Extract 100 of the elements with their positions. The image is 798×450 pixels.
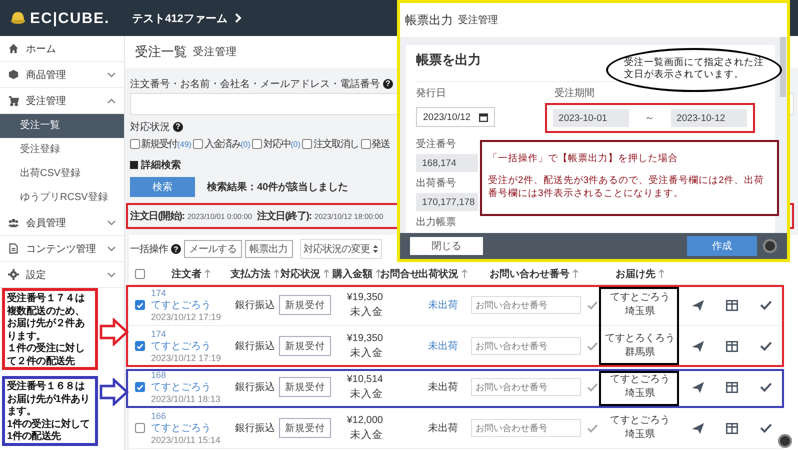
sidebar-subitem[interactable]: 出荷CSV登録 (0, 162, 124, 186)
tracking-number-field[interactable]: お問い合わせ番号 (470, 419, 580, 437)
shipping-number-field[interactable]: 170,177,178 (416, 193, 478, 211)
sidebar-item[interactable]: ホーム (0, 36, 124, 62)
sort-arrow-icon[interactable] (460, 269, 468, 278)
shipping-status-link[interactable]: 未出荷 (428, 298, 458, 312)
modal-subtitle: 受注管理 (458, 14, 498, 27)
status-option[interactable]: 新規受付(49) (141, 137, 192, 151)
annotation-text: 1件の受注に対して1件の配送先 (7, 418, 91, 444)
shop-name[interactable]: テスト412ファーム (132, 10, 228, 26)
checkbox[interactable] (252, 139, 262, 149)
help-icon[interactable]: ? (383, 78, 393, 88)
home-icon (8, 43, 19, 54)
column-header[interactable]: お問い合わせ番号 (490, 266, 578, 280)
check-icon[interactable] (760, 382, 772, 392)
help-icon[interactable]: ? (173, 122, 183, 132)
status-button[interactable]: 新規受付 (279, 377, 331, 397)
status-button[interactable]: 新規受付 (279, 418, 331, 438)
check-icon[interactable] (586, 300, 598, 310)
column-header[interactable]: 支払方法 (230, 266, 280, 280)
detail-search-link[interactable]: 詳細検索 (141, 158, 181, 172)
check-icon[interactable] (760, 423, 772, 433)
sidebar-subitem[interactable]: 受注一覧 (0, 114, 124, 138)
chevron-right-icon[interactable] (235, 13, 242, 23)
sort-arrow-icon[interactable] (572, 269, 578, 278)
field-label: 出荷番号 (416, 178, 456, 190)
paper-plane-icon[interactable] (692, 300, 704, 310)
column-header[interactable]: 出荷状況 (418, 266, 468, 280)
shipping-status-link[interactable]: 未出荷 (428, 339, 458, 353)
checkbox[interactable] (360, 139, 371, 149)
help-icon[interactable]: ? (171, 244, 181, 254)
status-option[interactable]: 入金済み(0) (204, 137, 250, 151)
sidebar-subitem[interactable]: 受注登録 (0, 138, 124, 162)
check-icon[interactable] (586, 382, 598, 392)
chevron-down-icon[interactable] (107, 246, 116, 252)
cart-icon (8, 95, 19, 106)
column-header[interactable]: 対応状況 (280, 266, 330, 280)
sort-arrow-icon[interactable] (658, 269, 664, 278)
status-option[interactable]: 注文取消し (313, 137, 359, 151)
checkbox[interactable] (135, 341, 145, 351)
chevron-up-icon[interactable] (107, 98, 116, 104)
create-button[interactable]: 作成 (687, 236, 757, 256)
bulk-button[interactable]: 帳票出力 (244, 240, 292, 258)
check-icon[interactable] (586, 424, 598, 432)
table-icon[interactable] (726, 382, 738, 392)
checkbox[interactable] (193, 139, 204, 149)
table-icon[interactable] (726, 422, 738, 434)
sidebar-item[interactable]: 会員管理 (0, 210, 124, 236)
payment-method: 銀行振込 (235, 380, 275, 394)
column-header[interactable]: お問合せ (380, 266, 420, 280)
date-field[interactable]: 2023/10/12 (416, 107, 495, 127)
sidebar-item[interactable]: 商品管理 (0, 62, 124, 88)
checkbox[interactable] (135, 268, 145, 278)
check-icon[interactable] (586, 342, 598, 350)
checkbox[interactable] (135, 300, 145, 310)
paper-plane-icon[interactable] (692, 340, 704, 352)
checkbox[interactable] (135, 382, 145, 392)
close-button[interactable]: 閉じる (410, 237, 483, 255)
sidebar-subitem[interactable]: ゆうプリRCSV登録 (0, 186, 124, 210)
column-header[interactable]: 注文者 (172, 266, 210, 280)
status-option[interactable]: 発送 (372, 137, 390, 151)
check-icon[interactable] (760, 300, 772, 310)
paper-plane-icon[interactable] (692, 422, 704, 434)
sort-arrow-icon[interactable] (272, 269, 280, 278)
table-icon[interactable] (726, 340, 738, 352)
chevron-down-icon[interactable] (107, 72, 116, 78)
checkbox[interactable] (135, 423, 145, 433)
tracking-number-field[interactable]: お問い合わせ番号 (470, 337, 580, 355)
check-icon[interactable] (760, 341, 772, 351)
payment-method: 銀行振込 (235, 422, 275, 435)
column-header[interactable]: 購入金額 (332, 266, 382, 280)
table-icon[interactable] (726, 300, 738, 310)
scrollbar[interactable] (780, 37, 786, 97)
customer-link[interactable]: てすとごろう (151, 300, 211, 310)
status-button[interactable]: 新規受付 (279, 295, 331, 315)
customer-link[interactable]: てすとごろう (151, 422, 211, 434)
search-button[interactable]: 検索 (130, 177, 195, 197)
date-from-field[interactable]: 2023-10-01 (552, 109, 629, 127)
order-number-field[interactable]: 168,174 (416, 154, 478, 172)
column-header[interactable]: お届け先 (616, 266, 664, 280)
bulk-button[interactable]: メールする (184, 240, 242, 258)
chevron-down-icon[interactable] (107, 272, 116, 278)
sidebar-item[interactable]: コンテンツ管理 (0, 236, 124, 262)
tracking-number-field[interactable]: お問い合わせ番号 (470, 296, 580, 314)
checkbox[interactable] (130, 139, 140, 149)
checkbox[interactable] (302, 139, 312, 149)
customer-link[interactable]: てすとごろう (151, 340, 211, 352)
tracking-number-field[interactable]: お問い合わせ番号 (470, 378, 580, 396)
paper-plane-icon[interactable] (692, 382, 704, 392)
status-button[interactable]: 新規受付 (279, 336, 331, 356)
customer-link[interactable]: てすとごろう (151, 382, 211, 392)
status-select[interactable]: 対応状況の変更 (300, 239, 382, 259)
logo[interactable]: EC|CUBE. (30, 10, 110, 26)
status-option[interactable]: 対応中(0) (263, 137, 300, 151)
sort-arrow-icon[interactable] (374, 269, 382, 278)
calendar-icon[interactable] (478, 112, 488, 122)
sort-arrow-icon[interactable] (204, 269, 210, 278)
chevron-down-icon[interactable] (107, 220, 116, 226)
sort-arrow-icon[interactable] (322, 269, 330, 278)
date-to-field[interactable]: 2023-10-12 (670, 109, 747, 127)
